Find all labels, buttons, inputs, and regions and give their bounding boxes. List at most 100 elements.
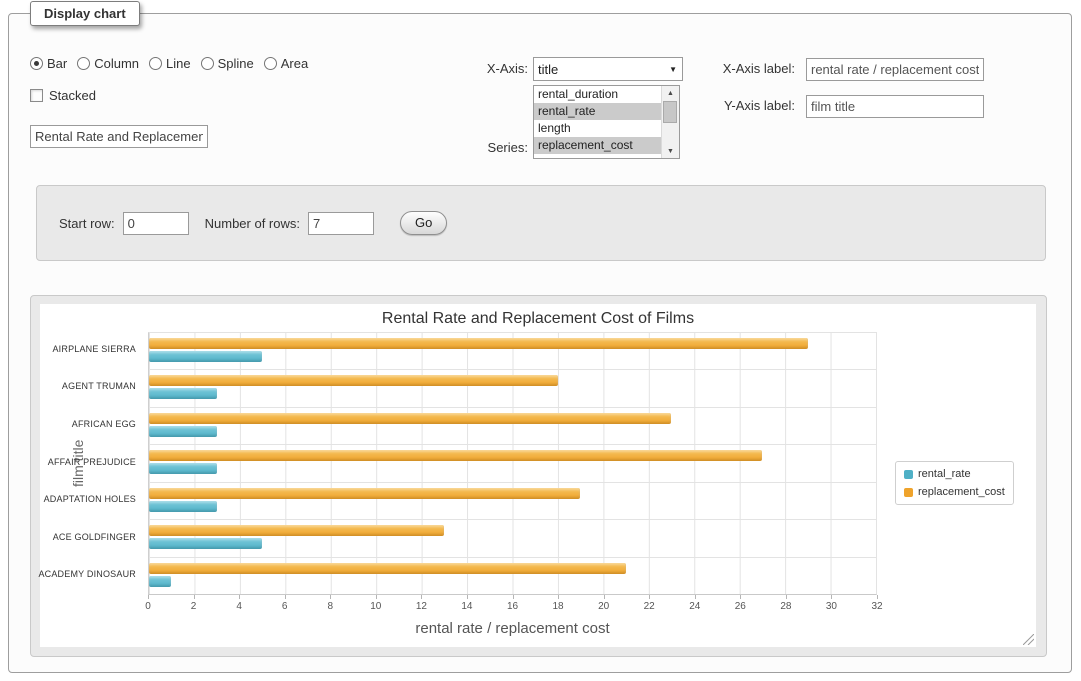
legend-label: replacement_cost [918, 486, 1005, 498]
bar-rental_rate [149, 388, 217, 399]
chart-type-text: Area [281, 56, 308, 71]
tick-label: 20 [598, 601, 609, 612]
category-band [149, 558, 876, 594]
tick-label: 22 [644, 601, 655, 612]
chart-title-input[interactable] [30, 125, 208, 148]
tick-mark [877, 595, 878, 599]
tick-label: 0 [145, 601, 151, 612]
chart-type-option-spline[interactable]: Spline [201, 56, 254, 71]
legend-swatch [904, 488, 913, 497]
tick-label: 28 [780, 601, 791, 612]
tick-label: 30 [826, 601, 837, 612]
bar-replacement_cost [149, 450, 762, 461]
scroll-down-icon[interactable]: ▼ [662, 144, 679, 158]
chart-type-option-area[interactable]: Area [264, 56, 308, 71]
x-axis-select-label: X-Axis: [409, 61, 528, 76]
start-row-input[interactable] [123, 212, 189, 235]
category-label: ACADEMY DINOSAUR [38, 569, 136, 579]
tick-label: 32 [871, 601, 882, 612]
tick-mark [285, 595, 286, 599]
chart-type-option-column[interactable]: Column [77, 56, 139, 71]
series-multiselect[interactable]: rental_durationrental_ratelengthreplacem… [533, 85, 680, 159]
x-axis-label-input[interactable] [806, 58, 984, 81]
category-band [149, 370, 876, 407]
series-options: rental_durationrental_ratelengthreplacem… [534, 86, 661, 158]
resize-handle-icon[interactable] [1023, 634, 1034, 645]
bar-rental_rate [149, 351, 262, 362]
chart-title: Rental Rate and Replacement Cost of Film… [40, 310, 1036, 328]
category-label: AFFAIR PREJUDICE [48, 457, 136, 467]
x-axis-label-label: X-Axis label: [649, 61, 795, 76]
x-axis-ticks: 02468101214161820222426283032 [148, 595, 877, 615]
series-option-rental_rate[interactable]: rental_rate [534, 103, 661, 120]
chart: Rental Rate and Replacement Cost of Film… [40, 304, 1036, 647]
tick-mark [194, 595, 195, 599]
category-axis: AIRPLANE SIERRA AGENT TRUMAN AFRICAN EGG AF… [40, 332, 142, 595]
tick-mark [786, 595, 787, 599]
stacked-checkbox-item[interactable]: Stacked [30, 88, 96, 103]
bar-rental_rate [149, 501, 217, 512]
legend-item-rental_rate[interactable]: rental_rate [904, 468, 1005, 480]
tick-label: 26 [735, 601, 746, 612]
series-label: Series: [409, 140, 528, 155]
plot-area [148, 332, 877, 595]
tick-label: 24 [689, 601, 700, 612]
series-option-length[interactable]: length [534, 120, 661, 137]
chart-type-radio-area[interactable] [264, 57, 277, 70]
number-of-rows-input[interactable] [308, 212, 374, 235]
chart-panel: Rental Rate and Replacement Cost of Film… [30, 295, 1047, 657]
chart-type-option-line[interactable]: Line [149, 56, 191, 71]
chart-type-radio-column[interactable] [77, 57, 90, 70]
tick-label: 14 [461, 601, 472, 612]
bar-rental_rate [149, 538, 262, 549]
x-axis-title: rental rate / replacement cost [148, 620, 877, 637]
display-chart-fieldset: Display chart BarColumnLineSplineArea St… [8, 13, 1072, 673]
bar-replacement_cost [149, 563, 626, 574]
stacked-checkbox[interactable] [30, 89, 43, 102]
bar-replacement_cost [149, 338, 808, 349]
tick-mark [376, 595, 377, 599]
bar-rental_rate [149, 576, 171, 587]
tick-mark [239, 595, 240, 599]
tick-mark [421, 595, 422, 599]
series-option-rental_duration[interactable]: rental_duration [534, 86, 661, 103]
tick-label: 4 [236, 601, 242, 612]
category-band [149, 445, 876, 482]
y-axis-label-input[interactable] [806, 95, 984, 118]
chart-type-radio-group: Bar Column Line Spline Area [30, 56, 308, 71]
tick-label: 18 [553, 601, 564, 612]
tick-label: 6 [282, 601, 288, 612]
y-axis-label-label: Y-Axis label: [649, 98, 795, 113]
bar-replacement_cost [149, 375, 558, 386]
category-label: AGENT TRUMAN [62, 381, 136, 391]
category-label: ACE GOLDFINGER [53, 532, 136, 542]
chart-type-radio-bar[interactable] [30, 57, 43, 70]
rows-panel: Start row: Number of rows: Go [36, 185, 1046, 261]
series-option-replacement_cost[interactable]: replacement_cost [534, 137, 661, 154]
tick-mark [148, 595, 149, 599]
chart-type-text: Column [94, 56, 139, 71]
bar-replacement_cost [149, 413, 671, 424]
category-band [149, 333, 876, 370]
chart-type-text: Bar [47, 56, 67, 71]
category-label: ADAPTATION HOLES [44, 494, 136, 504]
chart-type-radio-line[interactable] [149, 57, 162, 70]
go-button[interactable]: Go [400, 211, 447, 235]
legend-item-replacement_cost[interactable]: replacement_cost [904, 486, 1005, 498]
scrollbar[interactable]: ▲ ▼ [661, 86, 679, 158]
chart-type-option-bar[interactable]: Bar [30, 56, 67, 71]
legend-swatch [904, 470, 913, 479]
fieldset-title: Display chart [30, 1, 140, 26]
category-label: AIRPLANE SIERRA [52, 344, 136, 354]
category-band [149, 483, 876, 520]
category-label: AFRICAN EGG [72, 419, 136, 429]
tick-label: 12 [416, 601, 427, 612]
chart-type-text: Line [166, 56, 191, 71]
chart-type-radio-spline[interactable] [201, 57, 214, 70]
stacked-label: Stacked [49, 88, 96, 103]
tick-label: 16 [507, 601, 518, 612]
tick-label: 8 [327, 601, 333, 612]
tick-mark [604, 595, 605, 599]
tick-mark [467, 595, 468, 599]
tick-label: 10 [370, 601, 381, 612]
